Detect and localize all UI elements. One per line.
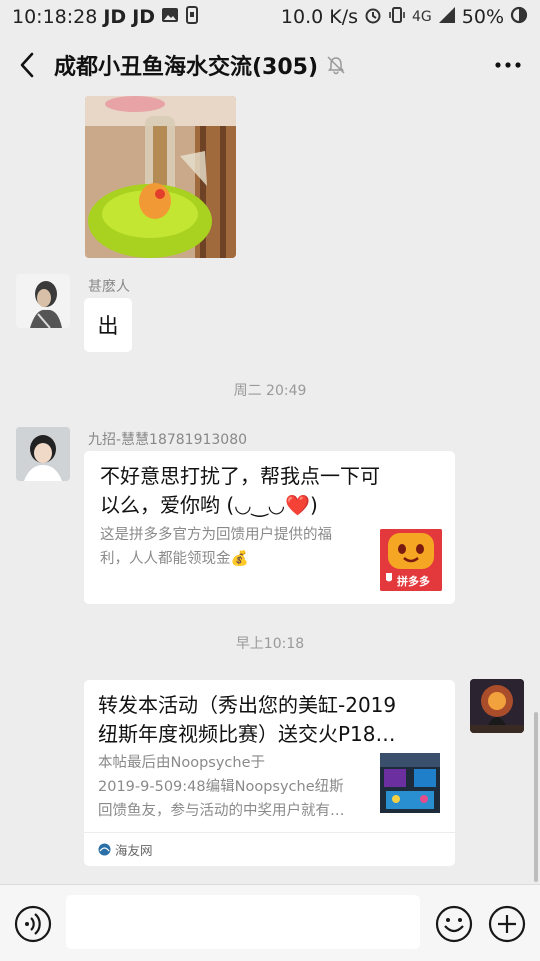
avatar-image-2 (16, 427, 70, 481)
voice-input-button[interactable] (14, 905, 52, 943)
card-title-2-line2: 以么，爱你哟 (◡‿◡❤️) (100, 493, 318, 517)
card-desc-3: 本帖最后由Noopsyche于 2019-9-509:48编辑Noopsyche… (98, 751, 378, 823)
sender-name-1: 甚麽人 (88, 279, 130, 295)
timestamp-2: 早上10:18 (235, 636, 305, 652)
avatar-user-1[interactable] (16, 274, 70, 328)
card-title-3-line2: 纽斯年度视频比赛）送交火P18… (98, 722, 396, 746)
card-divider (84, 832, 455, 833)
status-time: 10:18:28 (12, 6, 98, 28)
card-title-2-line1: 不好意思打扰了，帮我点一下可 (100, 464, 380, 488)
card-source-name: 海友网 (115, 843, 153, 858)
message-bubble-1[interactable]: 出 (84, 298, 132, 352)
timestamp-1: 周二 20:49 (233, 383, 307, 399)
message-text-1: 出 (97, 314, 119, 338)
card-desc-3-line1: 本帖最后由Noopsyche于 (98, 755, 266, 771)
card-source: 海友网 (98, 840, 153, 859)
card-desc-2: 这是拼多多官方为回馈用户提供的福 利，人人都能领现金💰 (100, 523, 370, 571)
back-icon (20, 52, 34, 78)
avatar-image-1 (16, 274, 70, 328)
more-options-button[interactable] (494, 54, 522, 76)
notif-jd-2: JD (132, 6, 156, 28)
source-globe-icon (98, 843, 111, 856)
article-thumbnail (380, 753, 440, 813)
status-bar: 10:18:28 JD JD 10.0 K/s 4G 50% (0, 0, 540, 34)
card-title-3: 转发本活动（秀出您的美缸-2019 纽斯年度视频比赛）送交火P18… (98, 691, 448, 749)
pinduoduo-link-card[interactable]: 不好意思打扰了，帮我点一下可 以么，爱你哟 (◡‿◡❤️) 这是拼多多官方为回馈… (84, 451, 455, 604)
pinduoduo-label: 拼多多 (397, 575, 430, 588)
chat-title: 成都小丑鱼海水交流(305) (54, 55, 319, 80)
more-functions-button[interactable] (488, 905, 526, 943)
network-speed: 10.0 K/s (280, 6, 358, 28)
pinduoduo-thumbnail: 拼多多 (380, 529, 442, 591)
signal-icon (438, 6, 456, 29)
forwarded-article-card[interactable]: 转发本活动（秀出您的美缸-2019 纽斯年度视频比赛）送交火P18… 本帖最后由… (84, 680, 455, 866)
chat-header: 成都小丑鱼海水交流(305) (0, 34, 540, 96)
phone-icon (185, 5, 199, 29)
card-desc-3-line3: 回馈鱼友，参与活动的中奖用户就有… (98, 803, 345, 819)
avatar-self[interactable] (470, 679, 524, 733)
avatar-image-self (470, 679, 524, 733)
emoji-button[interactable] (435, 905, 473, 943)
card-title-2: 不好意思打扰了，帮我点一下可 以么，爱你哟 (◡‿◡❤️) (100, 462, 445, 520)
card-title-3-line1: 转发本活动（秀出您的美缸-2019 (98, 693, 397, 717)
battery-level: 50% (461, 6, 504, 28)
card-desc-2-line2: 利，人人都能领现金💰 (100, 551, 249, 567)
aquarium-photo (85, 96, 236, 258)
avatar-user-2[interactable] (16, 427, 70, 481)
photo-message[interactable] (85, 96, 236, 258)
network-type: 4G (412, 9, 432, 25)
notif-jd-1: JD (103, 6, 127, 28)
vibrate-icon (388, 6, 406, 29)
battery-icon (510, 6, 528, 29)
chat-area[interactable]: 甚麽人 出 周二 20:49 九招-慧慧18781913080 不好意思打扰了，… (0, 96, 540, 884)
card-desc-3-line2: 2019-9-509:48编辑Noopsyche纽斯 (98, 779, 344, 795)
back-button[interactable] (0, 34, 54, 96)
sender-name-2: 九招-慧慧18781913080 (88, 432, 248, 448)
chat-scrollbar[interactable] (534, 712, 538, 882)
input-bar (0, 884, 540, 961)
message-input[interactable] (66, 895, 420, 949)
image-icon (161, 6, 179, 28)
article-thumbnail-image (380, 753, 440, 813)
alarm-icon (364, 6, 382, 29)
card-desc-2-line1: 这是拼多多官方为回馈用户提供的福 (100, 527, 332, 543)
mute-bell-icon (327, 56, 345, 75)
